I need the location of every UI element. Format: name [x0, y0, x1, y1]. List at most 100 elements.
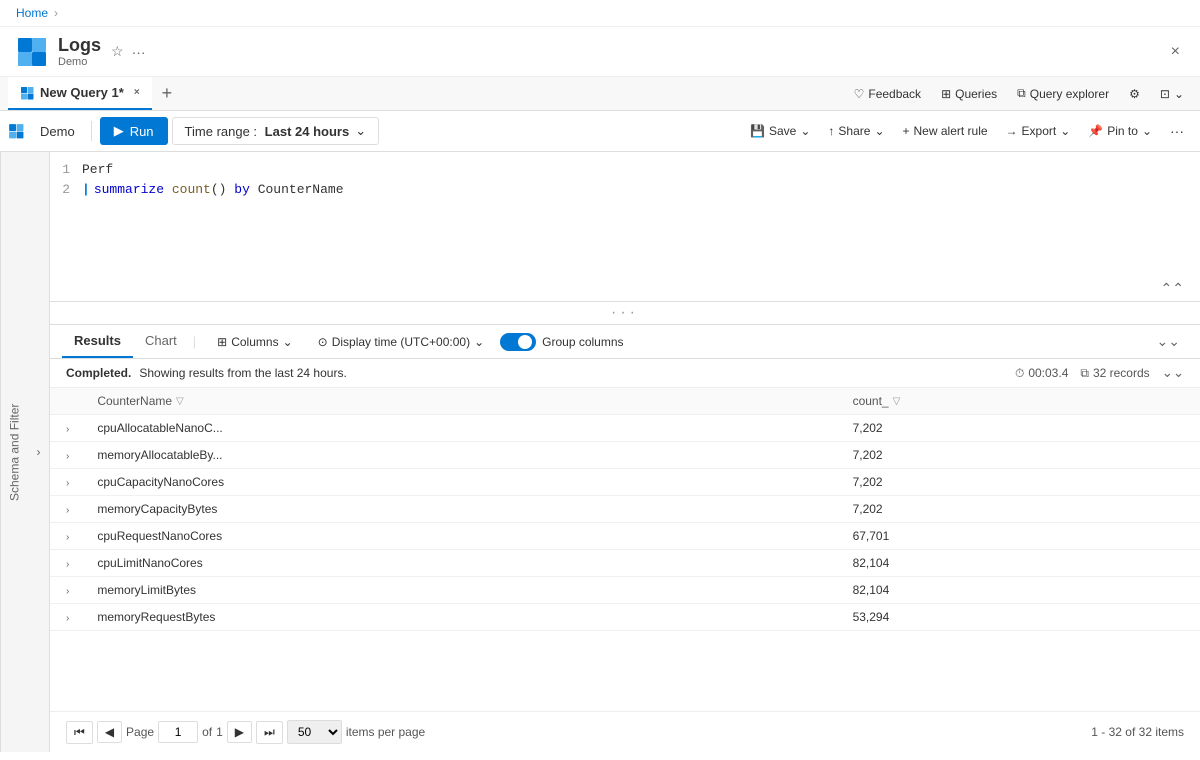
- toolbar: Demo ▶ Run Time range : Last 24 hours ⌄ …: [0, 111, 1200, 152]
- expand-results-button[interactable]: ⌄⌄: [1149, 329, 1188, 354]
- columns-icon: ⊞: [217, 335, 227, 349]
- page-summary: 1 - 32 of 32 items: [1091, 725, 1184, 739]
- collapse-icon: ›: [37, 445, 41, 459]
- data-table-container: CounterName ▽ count_ ▽: [50, 388, 1200, 711]
- save-chevron: ⌄: [800, 124, 810, 138]
- app-title: Logs: [58, 35, 101, 56]
- count-cell: 67,701: [841, 523, 1200, 550]
- row-expand-button[interactable]: ›: [62, 451, 73, 462]
- status-message: Showing results from the last 24 hours.: [139, 366, 346, 380]
- last-page-button[interactable]: ⏭: [256, 721, 283, 744]
- row-expand-button[interactable]: ›: [62, 559, 73, 570]
- ellipsis-icon[interactable]: ···: [132, 44, 146, 60]
- table-row: › memoryCapacityBytes 7,202: [50, 496, 1200, 523]
- query-explorer-button[interactable]: ⧉ Query explorer: [1009, 82, 1117, 105]
- data-table: CounterName ▽ count_ ▽: [50, 388, 1200, 631]
- breadcrumb-separator: ›: [54, 6, 58, 20]
- columns-button[interactable]: ⊞ Columns ⌄: [208, 330, 301, 354]
- row-expand-button[interactable]: ›: [62, 613, 73, 624]
- table-row: › memoryAllocatableBy... 7,202: [50, 442, 1200, 469]
- time-range-button[interactable]: Time range : Last 24 hours ⌄: [172, 117, 380, 145]
- save-button[interactable]: 💾 Save ⌄: [742, 119, 818, 143]
- more-options-button[interactable]: ···: [1162, 118, 1192, 144]
- settings-button[interactable]: ⚙: [1121, 83, 1148, 105]
- breadcrumb-home[interactable]: Home: [16, 6, 48, 20]
- tab-close-button[interactable]: ×: [134, 87, 140, 98]
- row-expand-button[interactable]: ›: [62, 505, 73, 516]
- row-expand-button[interactable]: ›: [62, 478, 73, 489]
- prev-page-button[interactable]: ◀: [97, 721, 122, 743]
- counter-name-cell: memoryLimitBytes: [85, 577, 840, 604]
- counter-name-filter-icon[interactable]: ▽: [176, 396, 184, 407]
- counter-name-header[interactable]: CounterName ▽: [85, 388, 840, 415]
- records-value: 32 records: [1093, 366, 1150, 380]
- table-body: › cpuAllocatableNanoC... 7,202 › memoryA…: [50, 415, 1200, 631]
- share-button[interactable]: ↑ Share ⌄: [820, 119, 892, 143]
- per-page-select[interactable]: 50 100 200: [287, 720, 342, 744]
- display-time-button[interactable]: ⊙ Display time (UTC+00:00) ⌄: [310, 331, 493, 353]
- count-filter-icon[interactable]: ▽: [893, 396, 901, 407]
- editor-container: 1 Perf 2 | summarize count() by CounterN…: [50, 152, 1200, 752]
- group-columns-toggle[interactable]: [500, 333, 536, 351]
- expand-status-button[interactable]: ⌄⌄: [1162, 365, 1184, 381]
- code-editor[interactable]: 1 Perf 2 | summarize count() by CounterN…: [50, 152, 1200, 302]
- stopwatch-icon: ⏱: [1015, 366, 1024, 381]
- line-number-2: 2: [50, 180, 82, 200]
- tab-new-query[interactable]: New Query 1* ×: [8, 77, 152, 110]
- status-bar: Completed. Showing results from the last…: [50, 359, 1200, 388]
- page-input[interactable]: [158, 721, 198, 743]
- resize-handle[interactable]: ···: [50, 302, 1200, 325]
- tab-icon: [20, 86, 34, 100]
- schema-filter-sidebar[interactable]: Schema and Filter: [0, 152, 28, 752]
- collapse-sidebar-button[interactable]: ›: [28, 152, 50, 752]
- close-button[interactable]: ×: [1167, 39, 1184, 65]
- feedback-button[interactable]: ♡ Feedback: [846, 83, 929, 105]
- count-cell: 7,202: [841, 442, 1200, 469]
- expand-col-header: [50, 388, 85, 415]
- alert-icon: +: [903, 124, 910, 138]
- count-header[interactable]: count_ ▽: [841, 388, 1200, 415]
- play-icon: ▶: [114, 123, 124, 139]
- breadcrumb: Home ›: [0, 0, 1200, 27]
- count-cell: 7,202: [841, 415, 1200, 442]
- counter-name-cell: memoryRequestBytes: [85, 604, 840, 631]
- collapse-editor-button[interactable]: ⌃⌃: [1161, 280, 1184, 297]
- row-expand-button[interactable]: ›: [62, 424, 73, 435]
- export-button[interactable]: → Export ⌄: [998, 119, 1079, 143]
- star-icon[interactable]: ☆: [111, 43, 124, 60]
- editor-line-2: 2 | summarize count() by CounterName: [50, 180, 1200, 200]
- line-1-content: Perf: [82, 160, 113, 180]
- items-per-page-label: items per page: [346, 725, 425, 739]
- count-cell: 53,294: [841, 604, 1200, 631]
- layout-button[interactable]: ⊡ ⌄: [1152, 83, 1192, 105]
- next-page-button[interactable]: ▶: [227, 721, 252, 743]
- new-alert-button[interactable]: + New alert rule: [895, 119, 996, 143]
- tab-chart[interactable]: Chart: [133, 325, 189, 358]
- explorer-icon: ⧉: [1017, 86, 1026, 101]
- count-cell: 7,202: [841, 469, 1200, 496]
- tab-label: New Query 1*: [40, 85, 124, 100]
- toolbar-logo: [8, 123, 24, 139]
- line-2-content: summarize count() by CounterName: [94, 180, 344, 200]
- clock-icon: ⊙: [318, 335, 328, 349]
- queries-icon: ⊞: [941, 87, 951, 101]
- line-number-1: 1: [50, 160, 82, 180]
- results-tabs: Results Chart | ⊞ Columns ⌄ ⊙ Display ti…: [50, 325, 1200, 359]
- columns-chevron: ⌄: [283, 335, 293, 349]
- add-tab-button[interactable]: +: [154, 79, 181, 108]
- pin-to-button[interactable]: 📌 Pin to ⌄: [1080, 119, 1160, 143]
- layout-icon: ⊡: [1160, 87, 1170, 101]
- page-of: of: [202, 725, 212, 739]
- group-columns-toggle-area: Group columns: [500, 333, 623, 351]
- row-expand-button[interactable]: ›: [62, 586, 73, 597]
- counter-name-cell: memoryCapacityBytes: [85, 496, 840, 523]
- export-icon: →: [1006, 124, 1018, 138]
- queries-button[interactable]: ⊞ Queries: [933, 83, 1005, 105]
- pin-icon: 📌: [1088, 124, 1103, 138]
- run-button[interactable]: ▶ Run: [100, 117, 168, 145]
- tab-results[interactable]: Results: [62, 325, 133, 358]
- row-expand-button[interactable]: ›: [62, 532, 73, 543]
- count-cell: 7,202: [841, 496, 1200, 523]
- first-page-button[interactable]: ⏮: [66, 721, 93, 744]
- page-total: 1: [216, 725, 223, 739]
